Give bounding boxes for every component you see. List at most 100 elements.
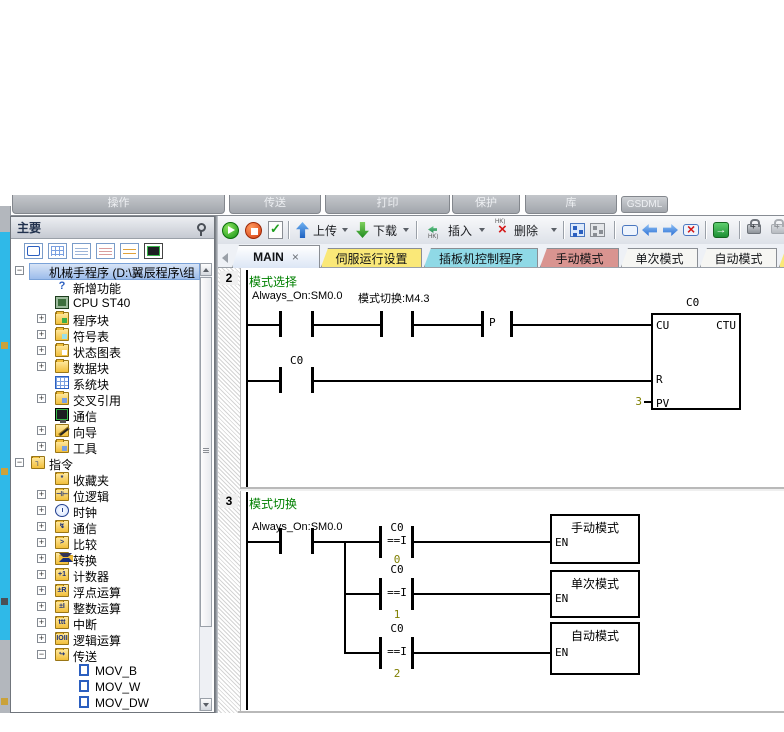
undo-icon[interactable]	[642, 220, 657, 240]
download-button[interactable]: 下载	[373, 220, 397, 240]
compare-operand[interactable]: C0	[379, 521, 415, 534]
pv-value[interactable]: 3	[628, 395, 642, 408]
upload-button[interactable]: 上传	[313, 220, 337, 240]
run-icon[interactable]	[222, 220, 239, 240]
tree-item[interactable]: −机械手程序 (D:\翼辰程序\组	[11, 263, 214, 279]
tab-main[interactable]: MAIN ×	[232, 245, 320, 268]
expand-icon[interactable]: +	[37, 506, 46, 515]
compare-operand[interactable]: C0	[379, 563, 415, 576]
scroll-thumb[interactable]	[200, 277, 212, 627]
compare-contact-bar[interactable]	[379, 578, 382, 610]
tree-item[interactable]: +状态图表	[11, 343, 214, 359]
network-title[interactable]: 模式选择	[249, 273, 297, 290]
contact-bar[interactable]	[279, 311, 282, 337]
contact-bar[interactable]	[279, 367, 282, 393]
tree-item[interactable]: +向导	[11, 423, 214, 439]
tab-scroll-left-icon[interactable]	[222, 253, 228, 263]
counter-box[interactable]: CU CTU R PV	[651, 313, 741, 410]
download-icon[interactable]	[356, 220, 369, 240]
redo-icon[interactable]	[663, 220, 678, 240]
compare-operand[interactable]: C0	[379, 622, 415, 635]
tree-item[interactable]: CPU ST40	[11, 295, 214, 311]
upload-icon[interactable]	[296, 220, 309, 240]
insert-icon[interactable]	[428, 220, 444, 240]
expand-icon[interactable]: +	[37, 442, 46, 451]
tree-item[interactable]: *收藏夹	[11, 471, 214, 487]
pin-icon[interactable]	[197, 223, 206, 232]
tree-scrollbar[interactable]	[199, 263, 212, 711]
tab-manual-mode[interactable]: 手动模式	[540, 248, 619, 267]
network-title[interactable]: 模式切换	[249, 495, 297, 512]
expand-icon[interactable]: +	[37, 426, 46, 435]
compare-contact-bar[interactable]	[379, 637, 382, 669]
upload-dropdown-caret[interactable]	[342, 228, 348, 232]
contact-bar[interactable]	[279, 528, 282, 554]
expand-icon[interactable]: +	[37, 586, 46, 595]
insert-button[interactable]: 插入	[448, 220, 472, 240]
compare-value[interactable]: 2	[379, 667, 415, 680]
expand-icon[interactable]: +	[37, 490, 46, 499]
tree-item[interactable]: +±R浮点运算	[11, 583, 214, 599]
tree-item[interactable]: 系统块	[11, 375, 214, 391]
tree-item[interactable]: ++1计数器	[11, 567, 214, 583]
contact-bar[interactable]	[481, 311, 484, 337]
table-view-icon[interactable]	[48, 243, 67, 259]
subroutine-box[interactable]: 自动模式 EN	[550, 622, 640, 675]
compile-icon[interactable]	[268, 220, 283, 240]
go-icon[interactable]: →	[713, 220, 729, 240]
box-icon[interactable]	[622, 220, 638, 240]
delete-dropdown-caret[interactable]	[551, 228, 557, 232]
contact-operand[interactable]: 模式切换:M4.3	[358, 290, 430, 306]
tree-item[interactable]: −↪传送	[11, 647, 214, 663]
document-view-icon[interactable]	[72, 243, 91, 259]
insert-dropdown-caret[interactable]	[479, 228, 485, 232]
list-view-icon[interactable]	[120, 243, 139, 259]
tree-item[interactable]: +⊣⊢位逻辑	[11, 487, 214, 503]
expand-icon[interactable]: +	[37, 618, 46, 627]
tree-item[interactable]: +IOII逻辑运算	[11, 631, 214, 647]
monitor-view-icon[interactable]	[144, 243, 163, 259]
lock-add-icon[interactable]	[747, 216, 761, 236]
contact-bar[interactable]	[380, 311, 383, 337]
download-dropdown-caret[interactable]	[403, 228, 409, 232]
contact-operand[interactable]: C0	[290, 354, 303, 367]
tab-inserter-program[interactable]: 插板机控制程序	[424, 248, 538, 267]
subroutine-box[interactable]: 手动模式 EN	[550, 514, 640, 564]
tab-close-icon[interactable]: ×	[292, 250, 299, 264]
expand-icon[interactable]: +	[37, 570, 46, 579]
expand-icon[interactable]: +	[37, 554, 46, 563]
expand-icon[interactable]: +	[37, 522, 46, 531]
tree-item[interactable]: 通信	[11, 407, 214, 423]
subroutine-box[interactable]: 单次模式 EN	[550, 570, 640, 618]
expand-icon[interactable]: +	[37, 330, 46, 339]
network-number[interactable]: 3	[220, 494, 238, 508]
tree-item[interactable]: +工具	[11, 439, 214, 455]
tree-item[interactable]: +↯通信	[11, 519, 214, 535]
expand-icon[interactable]: +	[37, 362, 46, 371]
counter-name[interactable]: C0	[686, 296, 699, 309]
next-tab-edge[interactable]	[779, 248, 784, 267]
stop-icon[interactable]	[245, 220, 262, 240]
ribbon-group-transfer[interactable]: 传送	[229, 195, 321, 214]
tab-servo-settings[interactable]: 伺服运行设置	[321, 248, 422, 267]
tree-item[interactable]: MOV_W	[11, 679, 214, 695]
cancel-box-icon[interactable]	[683, 220, 699, 240]
expand-icon[interactable]: +	[37, 314, 46, 323]
compare-value[interactable]: 1	[379, 608, 415, 621]
pou-gray-icon[interactable]	[590, 220, 605, 240]
tab-auto-mode[interactable]: 自动模式	[700, 248, 777, 267]
tree-item[interactable]: +ttt中断	[11, 615, 214, 631]
tree-item[interactable]: ?新增功能	[11, 279, 214, 295]
tree-item[interactable]: +时钟	[11, 503, 214, 519]
ribbon-group-operation[interactable]: 操作	[12, 195, 225, 214]
ribbon-group-print[interactable]: 打印	[325, 195, 450, 214]
scroll-up-arrow[interactable]	[200, 263, 212, 276]
tree-item[interactable]: +交叉引用	[11, 391, 214, 407]
delete-icon[interactable]	[495, 220, 511, 240]
contact-operand[interactable]: Always_On:SM0.0	[252, 521, 342, 533]
tree-item[interactable]: +转换	[11, 551, 214, 567]
tree-item[interactable]: −┐指令	[11, 455, 214, 471]
collapse-icon[interactable]: −	[15, 458, 24, 467]
lock-gray-icon[interactable]	[771, 216, 784, 236]
delete-button[interactable]: 删除	[514, 220, 538, 240]
